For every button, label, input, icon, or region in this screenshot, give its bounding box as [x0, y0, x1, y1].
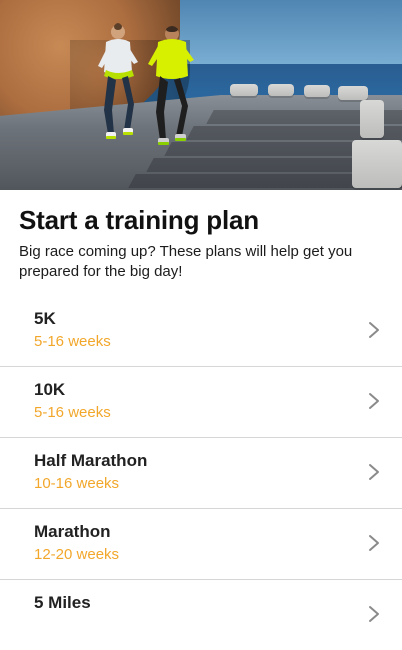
plan-duration: 10-16 weeks	[34, 475, 120, 492]
plan-name: 5 Miles	[34, 593, 91, 612]
chevron-right-icon	[369, 606, 379, 622]
plan-item-5k[interactable]: 5K 5-16 weeks	[0, 296, 402, 366]
chevron-right-icon	[369, 535, 379, 551]
road-barrier	[304, 85, 330, 97]
chevron-right-icon	[369, 464, 379, 480]
plan-item-5-miles[interactable]: 5 Miles	[0, 579, 402, 650]
road-barrier	[338, 86, 368, 100]
plan-duration: 5-16 weeks	[34, 333, 111, 350]
page-title: Start a training plan	[19, 205, 259, 235]
road-barrier	[360, 100, 384, 138]
hero-image	[0, 0, 402, 190]
plan-name: Half Marathon	[34, 451, 148, 470]
plan-name: 10K	[34, 380, 66, 399]
training-plan-list: 5K 5-16 weeks 10K 5-16 weeks Half Marath…	[0, 296, 402, 650]
plan-name: 5K	[34, 309, 56, 328]
runner-male	[148, 26, 194, 145]
chevron-right-icon	[369, 322, 379, 338]
plan-duration: 5-16 weeks	[34, 404, 111, 421]
plan-item-half-marathon[interactable]: Half Marathon 10-16 weeks	[0, 437, 402, 508]
road-barrier	[352, 140, 402, 188]
plan-name: Marathon	[34, 522, 111, 541]
plan-duration: 12-20 weeks	[34, 546, 120, 563]
road-barrier	[230, 84, 258, 96]
page-subtitle: Big race coming up? These plans will hel…	[19, 243, 353, 280]
road-barrier	[268, 84, 294, 96]
runner-female	[98, 23, 138, 139]
content: Start a training plan Big race coming up…	[0, 190, 402, 622]
chevron-right-icon	[369, 393, 379, 409]
plan-item-10k[interactable]: 10K 5-16 weeks	[0, 366, 402, 437]
plan-item-marathon[interactable]: Marathon 12-20 weeks	[0, 508, 402, 579]
